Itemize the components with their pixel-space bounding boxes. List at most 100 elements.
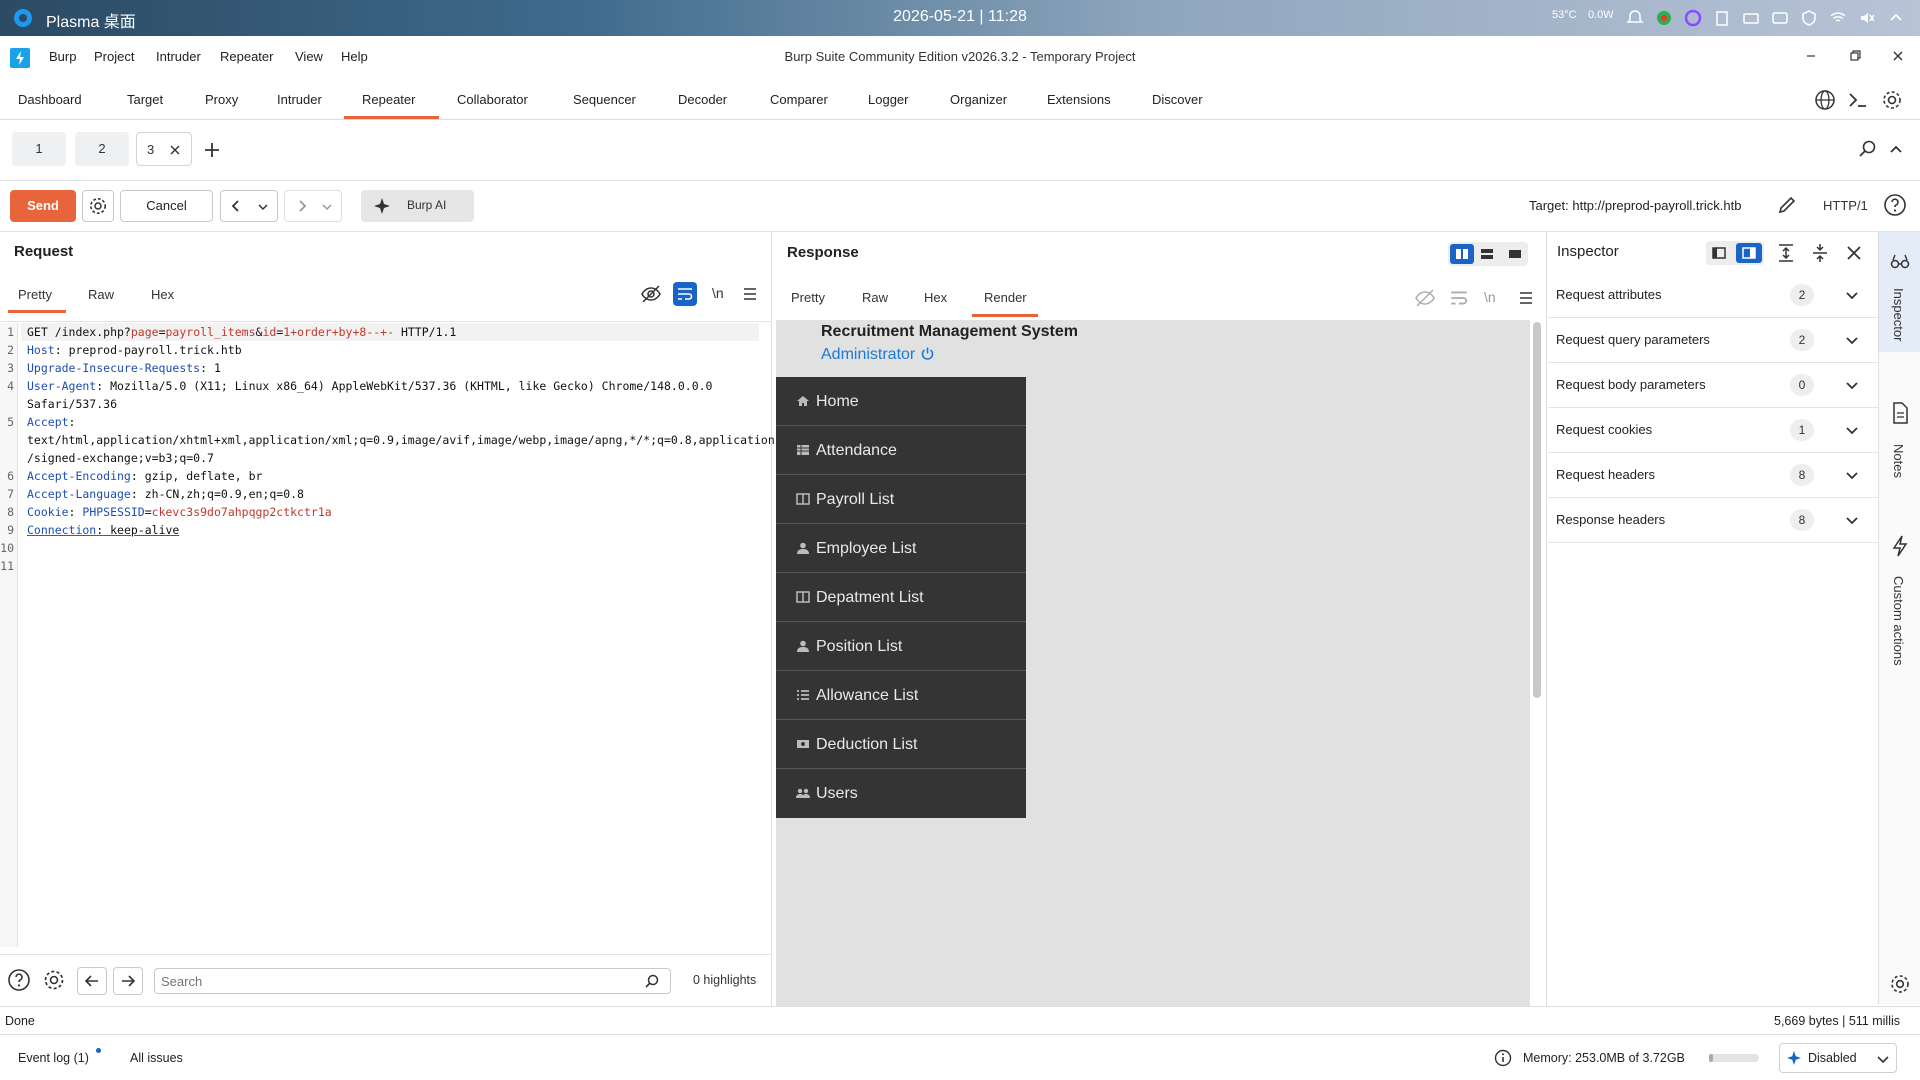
inspector-row-response-headers[interactable]: Response headers 8 — [1548, 498, 1878, 543]
search-icon[interactable] — [644, 973, 660, 989]
nav-users[interactable]: Users — [776, 769, 1026, 818]
nav-deduction-list[interactable]: Deduction List — [776, 720, 1026, 769]
volume-muted-icon[interactable] — [1858, 9, 1876, 27]
request-tab-hex[interactable]: Hex — [151, 287, 174, 302]
nav-position-list[interactable]: Position List — [776, 622, 1026, 671]
tab-intruder[interactable]: Intruder — [277, 92, 322, 107]
ring-tray-icon[interactable] — [1684, 9, 1702, 27]
cancel-button[interactable]: Cancel — [120, 190, 213, 222]
tab-logger[interactable]: Logger — [868, 92, 908, 107]
layout-side-by-side-button[interactable] — [1450, 244, 1474, 264]
wrap-lines-toggle[interactable] — [673, 282, 697, 306]
panel-left-icon[interactable] — [1712, 246, 1726, 260]
tab-comparer[interactable]: Comparer — [770, 92, 828, 107]
minimize-icon[interactable] — [1803, 48, 1819, 64]
info-icon[interactable] — [1494, 1049, 1512, 1067]
menu-lines-icon[interactable] — [1518, 290, 1534, 306]
inspector-row-cookies[interactable]: Request cookies 1 — [1548, 408, 1878, 453]
tray-expand-icon[interactable] — [1887, 9, 1905, 27]
nav-attendance[interactable]: Attendance — [776, 426, 1026, 475]
request-tab-pretty[interactable]: Pretty — [18, 287, 52, 302]
request-tab-raw[interactable]: Raw — [88, 287, 114, 302]
hide-nonprintable-icon[interactable] — [640, 283, 662, 305]
tab-sequencer[interactable]: Sequencer — [573, 92, 636, 107]
tab-decoder[interactable]: Decoder — [678, 92, 727, 107]
rail-notes-tab[interactable]: Notes — [1879, 402, 1920, 512]
send-settings-button[interactable] — [82, 190, 114, 222]
globe-icon[interactable] — [1814, 89, 1836, 111]
terminal-icon[interactable] — [1847, 89, 1869, 111]
rail-settings-gear-icon[interactable] — [1889, 973, 1911, 995]
inspector-row-query-parameters[interactable]: Request query parameters 2 — [1548, 318, 1878, 363]
close-tab-icon[interactable] — [169, 144, 181, 156]
all-issues-link[interactable]: All issues — [130, 1051, 183, 1065]
nav-payroll-list[interactable]: Payroll List — [776, 475, 1026, 524]
admin-link[interactable]: Administrator — [821, 346, 935, 364]
notification-bell-icon[interactable] — [1626, 9, 1644, 27]
nav-allowance-list[interactable]: Allowance List — [776, 671, 1026, 720]
panel-right-button[interactable] — [1736, 243, 1762, 263]
close-inspector-icon[interactable] — [1845, 244, 1863, 262]
inspector-row-body-parameters[interactable]: Request body parameters 0 — [1548, 363, 1878, 408]
search-settings-gear-icon[interactable] — [42, 968, 66, 992]
tab-organizer[interactable]: Organizer — [950, 92, 1007, 107]
nav-department-list[interactable]: Depatment List — [776, 573, 1026, 622]
tab-extensions[interactable]: Extensions — [1047, 92, 1111, 107]
keyboard-icon[interactable] — [1742, 9, 1760, 27]
wifi-icon[interactable] — [1829, 9, 1847, 27]
nav-employee-list[interactable]: Employee List — [776, 524, 1026, 573]
layout-stacked-icon[interactable] — [1480, 247, 1494, 261]
tab-target[interactable]: Target — [127, 92, 163, 107]
expand-all-icon[interactable] — [1777, 243, 1795, 263]
wrap-icon[interactable] — [1449, 288, 1469, 308]
search-input[interactable] — [161, 972, 631, 990]
rail-custom-actions-tab[interactable]: Custom actions — [1879, 532, 1920, 692]
storage-icon[interactable] — [1771, 9, 1789, 27]
tab-repeater[interactable]: Repeater — [362, 92, 415, 107]
tab-collaborator[interactable]: Collaborator — [457, 92, 528, 107]
tab-discover[interactable]: Discover — [1152, 92, 1203, 107]
newline-toggle[interactable]: \n — [712, 285, 724, 301]
response-tab-hex[interactable]: Hex — [924, 290, 947, 305]
repeater-tab-2[interactable]: 2 — [75, 132, 129, 166]
http-version[interactable]: HTTP/1 — [1823, 198, 1868, 213]
search-prev-button[interactable] — [77, 967, 107, 995]
render-scrollbar[interactable] — [1533, 322, 1541, 698]
edit-target-icon[interactable] — [1776, 194, 1798, 216]
tab-proxy[interactable]: Proxy — [205, 92, 238, 107]
tab-dashboard[interactable]: Dashboard — [18, 92, 82, 107]
response-tab-render[interactable]: Render — [984, 290, 1027, 305]
search-tabs-icon[interactable] — [1858, 139, 1878, 159]
collapse-icon[interactable] — [1888, 141, 1904, 157]
menu-lines-icon[interactable] — [742, 286, 758, 302]
hide-nonprintable-icon[interactable] — [1414, 287, 1436, 309]
newline-toggle[interactable]: \n — [1484, 289, 1496, 305]
restore-icon[interactable] — [1847, 48, 1863, 64]
chevron-down-icon[interactable] — [321, 201, 333, 213]
event-log-link[interactable]: Event log (1) — [18, 1051, 89, 1065]
request-editor[interactable]: GET /index.php?page=payroll_items&id=1+o… — [21, 323, 775, 947]
repeater-tab-3[interactable]: 3 — [136, 132, 192, 166]
response-tab-raw[interactable]: Raw — [862, 290, 888, 305]
chevron-left-icon[interactable] — [229, 199, 243, 213]
layout-tabs-icon[interactable] — [1508, 247, 1522, 261]
settings-gear-icon[interactable] — [1881, 89, 1903, 111]
send-button[interactable]: Send — [10, 190, 76, 222]
vpn-shield-icon[interactable] — [1800, 9, 1818, 27]
search-next-button[interactable] — [113, 967, 143, 995]
chevron-down-icon[interactable] — [257, 201, 269, 213]
collapse-all-icon[interactable] — [1811, 243, 1829, 263]
rail-inspector-tab[interactable]: Inspector — [1879, 232, 1920, 352]
app-tray-icon[interactable] — [1655, 9, 1673, 27]
clipboard-icon[interactable] — [1713, 9, 1731, 27]
help-icon[interactable] — [1883, 193, 1907, 217]
repeater-tab-1[interactable]: 1 — [12, 132, 66, 166]
inspector-row-request-attributes[interactable]: Request attributes 2 — [1548, 273, 1878, 318]
chevron-right-icon[interactable] — [295, 199, 309, 213]
nav-home[interactable]: Home — [776, 377, 1026, 426]
help-icon[interactable] — [7, 968, 31, 992]
inspector-row-request-headers[interactable]: Request headers 8 — [1548, 453, 1878, 498]
burp-ai-button[interactable]: Burp AI — [361, 190, 474, 222]
add-tab-icon[interactable] — [202, 140, 222, 160]
ai-toggle-dropdown[interactable]: Disabled — [1779, 1043, 1897, 1073]
